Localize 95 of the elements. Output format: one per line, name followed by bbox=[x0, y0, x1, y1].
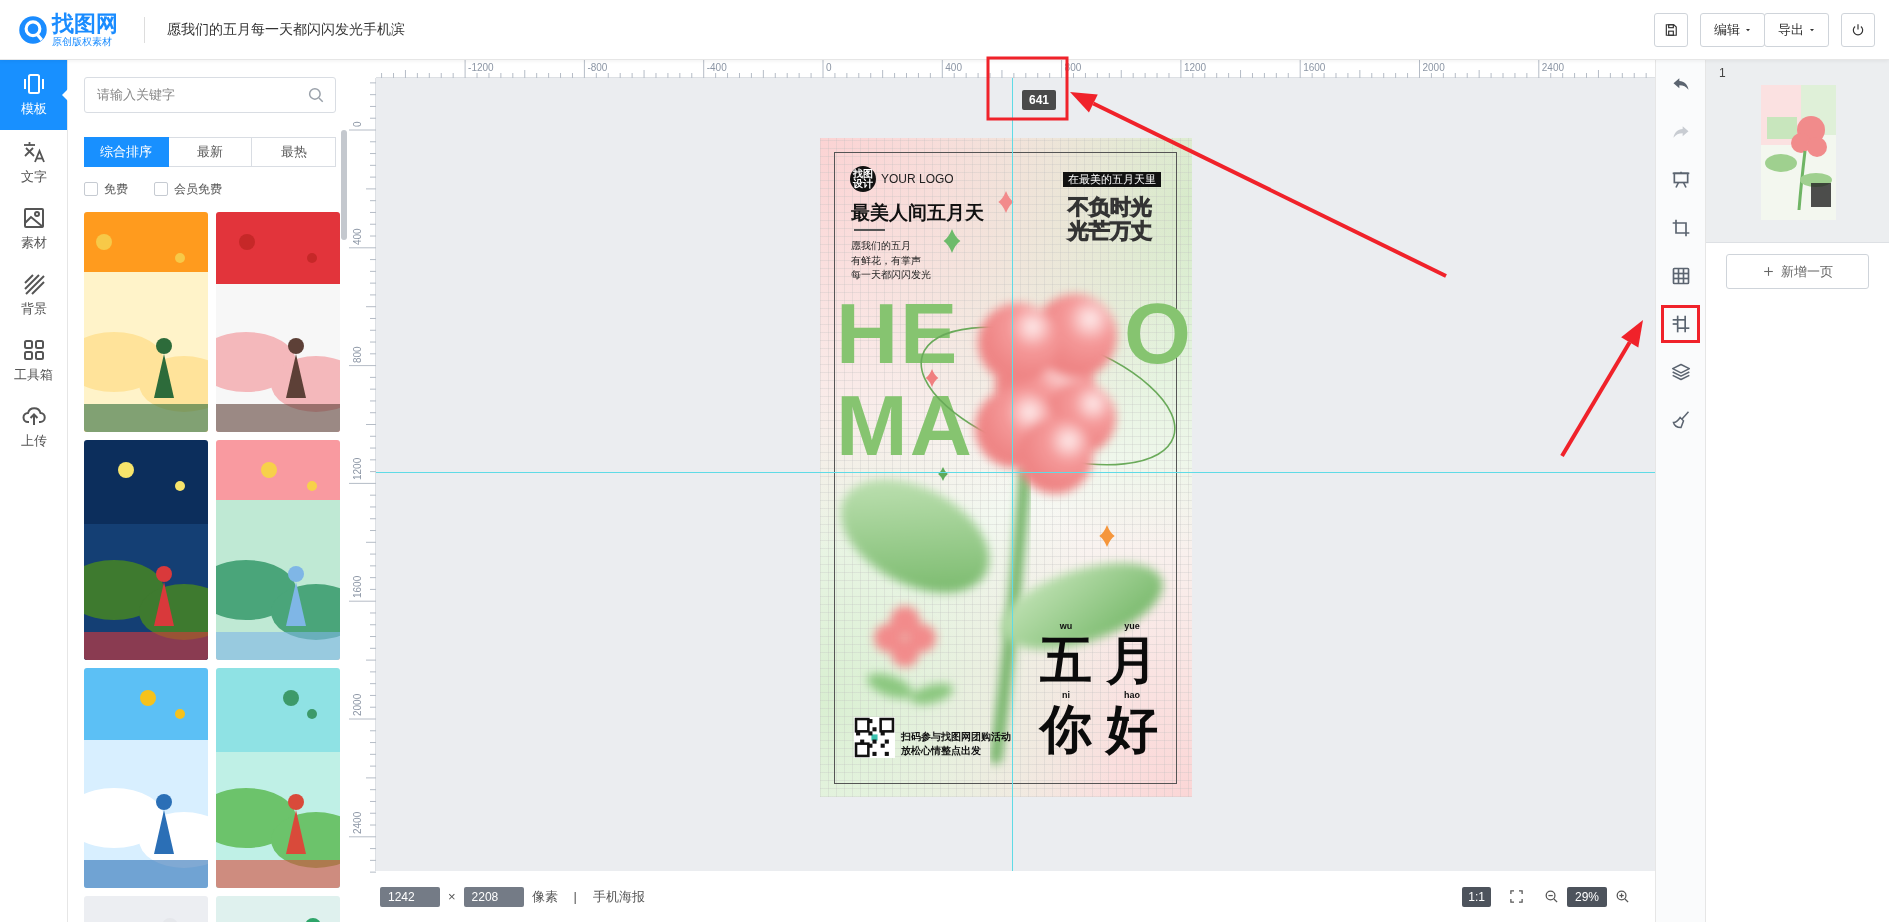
poster-caption: 放松心情整点出发 bbox=[901, 744, 982, 758]
menu-button[interactable]: 编辑 bbox=[1700, 12, 1765, 47]
zoom-in-icon bbox=[1615, 889, 1630, 904]
actual-size-button[interactable]: 1:1 bbox=[1462, 886, 1491, 907]
pinyin-text: wu bbox=[1059, 620, 1073, 632]
guide-position-tooltip: 641 bbox=[1022, 90, 1057, 110]
sparkle-icon bbox=[998, 191, 1014, 213]
checkbox[interactable] bbox=[84, 182, 98, 196]
separator: | bbox=[573, 889, 577, 904]
sparkle-icon bbox=[1099, 525, 1115, 547]
pinyin-text: hao bbox=[1124, 689, 1140, 701]
pinyin-text: yue bbox=[1124, 620, 1140, 632]
logo-badge: 找图设计 bbox=[850, 166, 876, 192]
sort-tab[interactable]: 最热 bbox=[252, 137, 336, 167]
unit-label: 像素 bbox=[531, 887, 558, 906]
ruler-label: 800 bbox=[352, 345, 364, 363]
power-button[interactable] bbox=[1841, 12, 1875, 47]
backdrop-text: MA bbox=[836, 390, 974, 461]
poster-headline: 最美人间五月天 bbox=[851, 203, 984, 222]
brush-icon bbox=[1670, 410, 1691, 430]
guides-icon bbox=[1670, 314, 1691, 334]
image-icon bbox=[21, 206, 46, 230]
scrollbar[interactable] bbox=[341, 130, 347, 240]
pinyin-text: ni bbox=[1062, 689, 1070, 701]
poster-text-line: 有鲜花，有掌声 bbox=[851, 253, 922, 268]
search-field[interactable]: 请输入关键字 bbox=[84, 77, 336, 113]
ruler-label: -1200 bbox=[468, 62, 494, 74]
ruler-label: 400 bbox=[352, 228, 364, 245]
save-button[interactable] bbox=[1654, 12, 1688, 47]
times-sign: × bbox=[448, 889, 456, 904]
document-title: 愿我们的五月每一天都闪闪发光手机滨 bbox=[167, 20, 405, 39]
ruler-label: 1200 bbox=[352, 458, 364, 481]
search-icon bbox=[307, 86, 325, 104]
sidebar-item[interactable]: 背景 bbox=[0, 262, 67, 328]
checkbox[interactable] bbox=[154, 182, 168, 196]
title-character: 你 bbox=[1040, 701, 1092, 758]
translate-icon bbox=[21, 140, 46, 164]
cloud-upload-icon bbox=[21, 404, 46, 428]
poster-text-line: 愿我们的五月 bbox=[851, 239, 912, 253]
height-field[interactable]: 2208 bbox=[463, 886, 524, 907]
easel-icon bbox=[1670, 170, 1691, 190]
preset-label: 手机海报 bbox=[593, 887, 645, 906]
sort-tab[interactable]: 最新 bbox=[168, 137, 253, 167]
sidebar-item[interactable]: 文字 bbox=[0, 130, 67, 196]
title-character: 五 bbox=[1040, 632, 1092, 689]
save-icon bbox=[1664, 22, 1678, 37]
underline bbox=[854, 229, 885, 231]
logo-tagline: 原创版权素材 bbox=[52, 36, 113, 47]
menu-button[interactable]: 导出 bbox=[1764, 12, 1829, 47]
ruler-label: 2000 bbox=[352, 693, 364, 716]
ruler-label: 1600 bbox=[352, 575, 364, 599]
grid-icon bbox=[21, 338, 46, 362]
ruler-label: 2000 bbox=[1422, 62, 1445, 74]
sidebar-item[interactable]: 素材 bbox=[0, 196, 67, 262]
poster-tag: 在最美的五月天里 bbox=[1063, 172, 1161, 187]
title-character: 月 bbox=[1106, 632, 1158, 689]
table-icon bbox=[1670, 266, 1691, 286]
width-field[interactable]: 1242 bbox=[380, 886, 440, 907]
backdrop-text: HE bbox=[836, 298, 960, 369]
ruler-label: 1200 bbox=[1183, 62, 1207, 74]
zoom-level: 29% bbox=[1567, 886, 1607, 907]
title-character: 好 bbox=[1106, 701, 1158, 758]
ruler-label: 0 bbox=[352, 121, 364, 127]
add-page-button[interactable]: 新增一页 bbox=[1726, 254, 1869, 289]
plus-icon bbox=[1762, 265, 1775, 278]
phone-icon bbox=[21, 72, 46, 96]
page-number: 1 bbox=[1719, 66, 1726, 80]
logo-icon bbox=[18, 14, 48, 45]
zoom-out-icon bbox=[1544, 889, 1559, 904]
crop-icon bbox=[1670, 218, 1691, 238]
poster-text-line: 每一天都闪闪发光 bbox=[851, 268, 931, 282]
poster-slogan: 光芒万丈 bbox=[1068, 219, 1152, 243]
logo-text: YOUR LOGO bbox=[881, 173, 954, 185]
ruler-label: -800 bbox=[587, 62, 608, 74]
qr-code-drawing bbox=[854, 717, 895, 758]
layers-icon bbox=[1670, 362, 1691, 382]
sparkle-icon bbox=[943, 229, 961, 253]
power-icon bbox=[1851, 22, 1865, 37]
checkbox-label: 会员免费 bbox=[174, 180, 222, 198]
ruler-label: 400 bbox=[945, 62, 962, 74]
ruler-label: -400 bbox=[706, 62, 727, 74]
ruler-label: 0 bbox=[826, 62, 832, 74]
logo-name: 找图网 bbox=[52, 12, 118, 35]
selection-pointer bbox=[62, 89, 68, 101]
ruler-label: 2400 bbox=[352, 811, 364, 834]
sparkle-icon bbox=[925, 369, 939, 387]
checkbox-label: 免费 bbox=[104, 180, 128, 198]
page-item[interactable]: 1 bbox=[1706, 60, 1889, 243]
ruler-label: 1600 bbox=[1303, 62, 1326, 74]
sidebar-item[interactable]: 上传 bbox=[0, 394, 67, 460]
ruler-label: 2400 bbox=[1541, 62, 1565, 74]
poster-caption: 扫码参与找图网团购活动 bbox=[901, 730, 1011, 744]
sidebar-item[interactable]: 工具箱 bbox=[0, 328, 67, 394]
fullscreen-icon bbox=[1509, 889, 1524, 904]
poster-slogan: 不负时光 bbox=[1068, 195, 1152, 219]
